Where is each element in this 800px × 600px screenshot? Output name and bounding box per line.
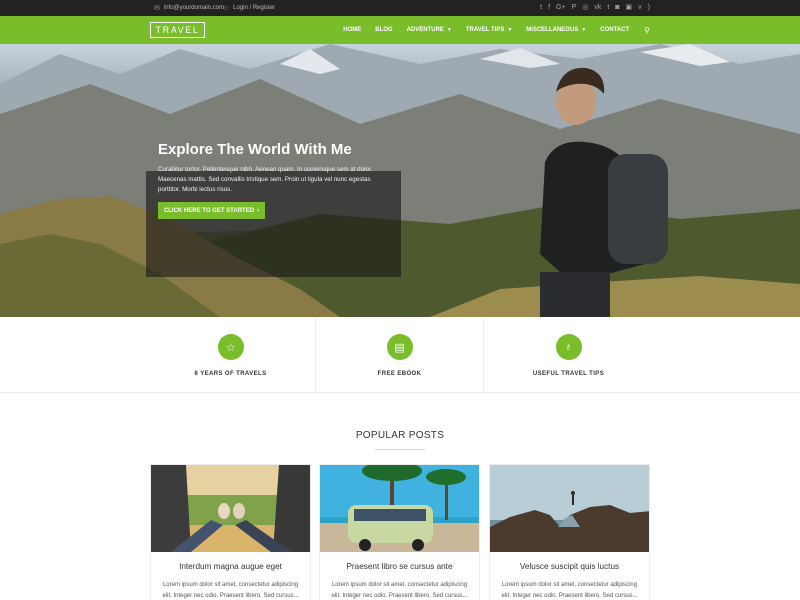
- feature-ebook[interactable]: ▤ FREE EBOOK: [315, 317, 484, 393]
- rss-icon[interactable]: ): [648, 0, 650, 16]
- envelope-icon: ✉: [154, 5, 160, 12]
- facebook-icon[interactable]: f: [548, 0, 550, 16]
- post-image[interactable]: [151, 465, 310, 552]
- main-menu: HOME BLOG ADVENTURE ▼ TRAVEL TIPS ▼ MISCEL…: [336, 16, 650, 44]
- post-title[interactable]: Praesent libro se cursus ante: [320, 562, 479, 571]
- foursquare-icon[interactable]: ▣: [626, 0, 633, 16]
- post-excerpt: Lorem ipsum dolor sit amet, consectetur …: [501, 582, 638, 599]
- section-title: POPULAR POSTS: [355, 430, 445, 441]
- feature-label: FREE EBOOK: [377, 371, 422, 377]
- feature-label: USEFUL TRAVEL TIPS: [532, 371, 605, 377]
- post-title[interactable]: Interdum magna augue eget: [151, 562, 310, 571]
- post-excerpt: Lorem ipsum dolor sit amet, consectetur …: [331, 582, 468, 599]
- post-excerpt: Lorem ipsum dolor sit amet, consectetur …: [162, 582, 299, 599]
- post-card[interactable]: Interdum magna augue eget Lorem ipsum do…: [150, 464, 311, 600]
- nav-contact-label: CONTACT: [600, 27, 630, 33]
- nav-adventure[interactable]: ADVENTURE ▼: [400, 16, 459, 44]
- top-bar: ✉ info@yourdomain.com ☺ Login / Register…: [0, 0, 800, 16]
- star-icon: ☆: [217, 334, 244, 360]
- nav-contact[interactable]: CONTACT: [593, 16, 636, 44]
- feature-label: 6 YEARS OF TRAVELS: [194, 371, 267, 377]
- book-icon: ▤: [386, 334, 413, 360]
- nav-blog-label: BLOG: [375, 27, 393, 33]
- twitter-icon[interactable]: t: [540, 0, 542, 16]
- dribbble-icon[interactable]: ◎: [582, 0, 588, 16]
- post-card[interactable]: Praesent libro se cursus ante Lorem ipsu…: [319, 464, 480, 600]
- google-plus-icon[interactable]: G+: [556, 0, 566, 16]
- post-card[interactable]: Velusce suscipit quis luctus Lorem ipsum…: [489, 464, 650, 600]
- tumblr-icon[interactable]: t: [607, 0, 609, 16]
- topbar-login[interactable]: ☺ Login / Register: [222, 0, 275, 16]
- nav-travel-tips[interactable]: TRAVEL TIPS ▼: [459, 16, 519, 44]
- hero-banner: [0, 44, 800, 317]
- lightbulb-icon: ♁: [555, 334, 582, 360]
- section-divider: [375, 449, 425, 450]
- chevron-down-icon: ▼: [581, 27, 587, 33]
- chevron-right-icon: ›: [257, 207, 260, 214]
- post-title[interactable]: Velusce suscipit quis luctus: [490, 562, 649, 571]
- feature-tips[interactable]: ♁ USEFUL TRAVEL TIPS: [484, 317, 653, 393]
- pinterest-icon[interactable]: P: [572, 0, 577, 16]
- user-icon: ☺: [222, 4, 230, 12]
- chevron-down-icon: ▼: [507, 27, 513, 33]
- topbar-email[interactable]: ✉ info@yourdomain.com: [154, 0, 224, 16]
- post-image[interactable]: [490, 465, 649, 552]
- nav-blog[interactable]: BLOG: [368, 16, 399, 44]
- nav-adventure-label: ADVENTURE: [406, 27, 444, 33]
- login-link[interactable]: Login / Register: [233, 5, 275, 11]
- nav-miscellaneous-label: MISCELLANEOUS: [526, 27, 579, 33]
- search-icon[interactable]: ⚲: [636, 26, 650, 35]
- chevron-down-icon: ▼: [446, 27, 452, 33]
- email-link[interactable]: info@yourdomain.com: [164, 5, 224, 11]
- social-links: t f G+ P ◎ vk t ◙ ▣ v ): [540, 0, 650, 16]
- post-image[interactable]: [320, 465, 479, 552]
- vimeo-icon[interactable]: v: [638, 0, 642, 16]
- instagram-icon[interactable]: ◙: [615, 0, 619, 16]
- nav-travel-tips-label: TRAVEL TIPS: [465, 27, 505, 33]
- main-navbar: TRAVEL HOME BLOG ADVENTURE ▼ TRAVEL TIPS ▼…: [0, 16, 800, 44]
- feature-years[interactable]: ☆ 6 YEARS OF TRAVELS: [146, 317, 315, 393]
- hero-text: Curabitur tortor. Pellentesque nibh. Aen…: [158, 166, 373, 193]
- site-logo[interactable]: TRAVEL: [150, 22, 205, 38]
- hero-title: Explore The World With Me: [158, 141, 352, 158]
- nav-home[interactable]: HOME: [336, 16, 368, 44]
- get-started-label: CLICK HERE TO GET STARTED: [163, 207, 255, 214]
- vk-icon[interactable]: vk: [594, 0, 601, 16]
- get-started-button[interactable]: CLICK HERE TO GET STARTED ›: [158, 202, 265, 219]
- nav-home-label: HOME: [343, 27, 362, 33]
- features-row: ☆ 6 YEARS OF TRAVELS ▤ FREE EBOOK ♁ USEF…: [0, 317, 800, 393]
- nav-miscellaneous[interactable]: MISCELLANEOUS ▼: [519, 16, 593, 44]
